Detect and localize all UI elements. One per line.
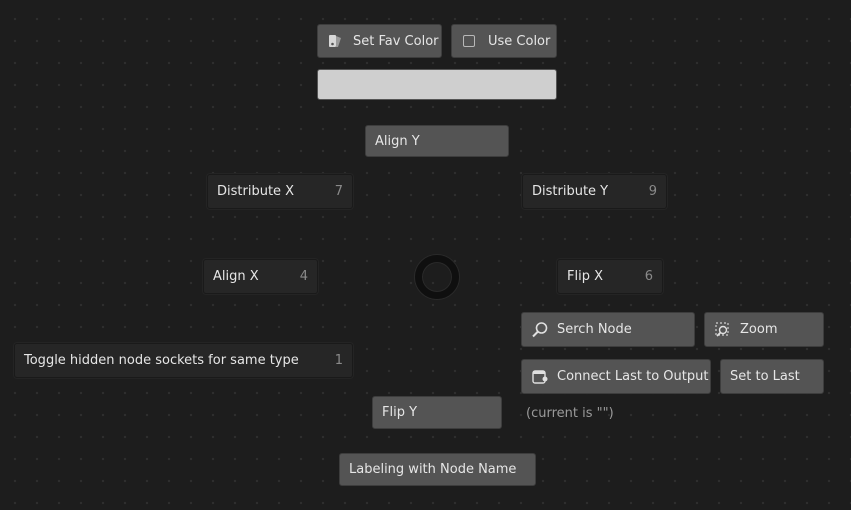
fav-color-swatch[interactable] — [317, 69, 557, 100]
align-x-button[interactable]: Align X 4 — [203, 259, 318, 294]
eyedropper-palette-icon — [327, 32, 345, 50]
search-node-label: Serch Node — [557, 322, 632, 337]
connect-last-to-output-button[interactable]: Connect Last to Output — [521, 359, 711, 394]
zoom-button[interactable]: Zoom — [704, 312, 824, 347]
pie-menu-center — [415, 255, 459, 299]
align-y-button[interactable]: Align Y — [365, 125, 509, 157]
distribute-y-label: Distribute Y — [532, 184, 609, 199]
toggle-hidden-sockets-shortcut: 1 — [334, 353, 343, 368]
checkbox-icon[interactable] — [463, 35, 475, 47]
toggle-hidden-sockets-button[interactable]: Toggle hidden node sockets for same type… — [14, 343, 353, 378]
flip-x-shortcut: 6 — [644, 269, 653, 284]
flip-x-button[interactable]: Flip X 6 — [557, 259, 663, 294]
node-output-icon — [531, 368, 549, 386]
set-to-last-button[interactable]: Set to Last — [720, 359, 824, 394]
set-fav-color-button[interactable]: Set Fav Color — [317, 24, 442, 58]
connect-last-label: Connect Last to Output — [557, 369, 709, 384]
use-color-label: Use Color — [488, 33, 551, 49]
flip-y-label: Flip Y — [382, 405, 418, 420]
zoom-label: Zoom — [740, 322, 778, 337]
align-y-label: Align Y — [375, 133, 420, 149]
align-x-shortcut: 4 — [299, 269, 308, 284]
search-icon — [531, 321, 549, 339]
labeling-node-name-label: Labeling with Node Name — [349, 462, 517, 477]
distribute-x-label: Distribute X — [217, 184, 295, 199]
search-node-button[interactable]: Serch Node — [521, 312, 695, 347]
zoom-selection-icon — [714, 321, 732, 339]
current-last-status: (current is "") — [526, 406, 614, 421]
toggle-hidden-sockets-label: Toggle hidden node sockets for same type — [24, 353, 299, 368]
flip-y-button[interactable]: Flip Y — [372, 396, 502, 429]
set-to-last-label: Set to Last — [730, 369, 800, 384]
use-color-checkbox[interactable]: Use Color — [451, 24, 557, 58]
align-x-label: Align X — [213, 269, 259, 284]
distribute-y-shortcut: 9 — [648, 184, 657, 199]
distribute-x-button[interactable]: Distribute X 7 — [207, 174, 353, 209]
distribute-y-button[interactable]: Distribute Y 9 — [522, 174, 667, 209]
labeling-node-name-button[interactable]: Labeling with Node Name — [339, 453, 536, 486]
set-fav-color-label: Set Fav Color — [353, 33, 439, 49]
distribute-x-shortcut: 7 — [334, 184, 343, 199]
flip-x-label: Flip X — [567, 269, 603, 284]
